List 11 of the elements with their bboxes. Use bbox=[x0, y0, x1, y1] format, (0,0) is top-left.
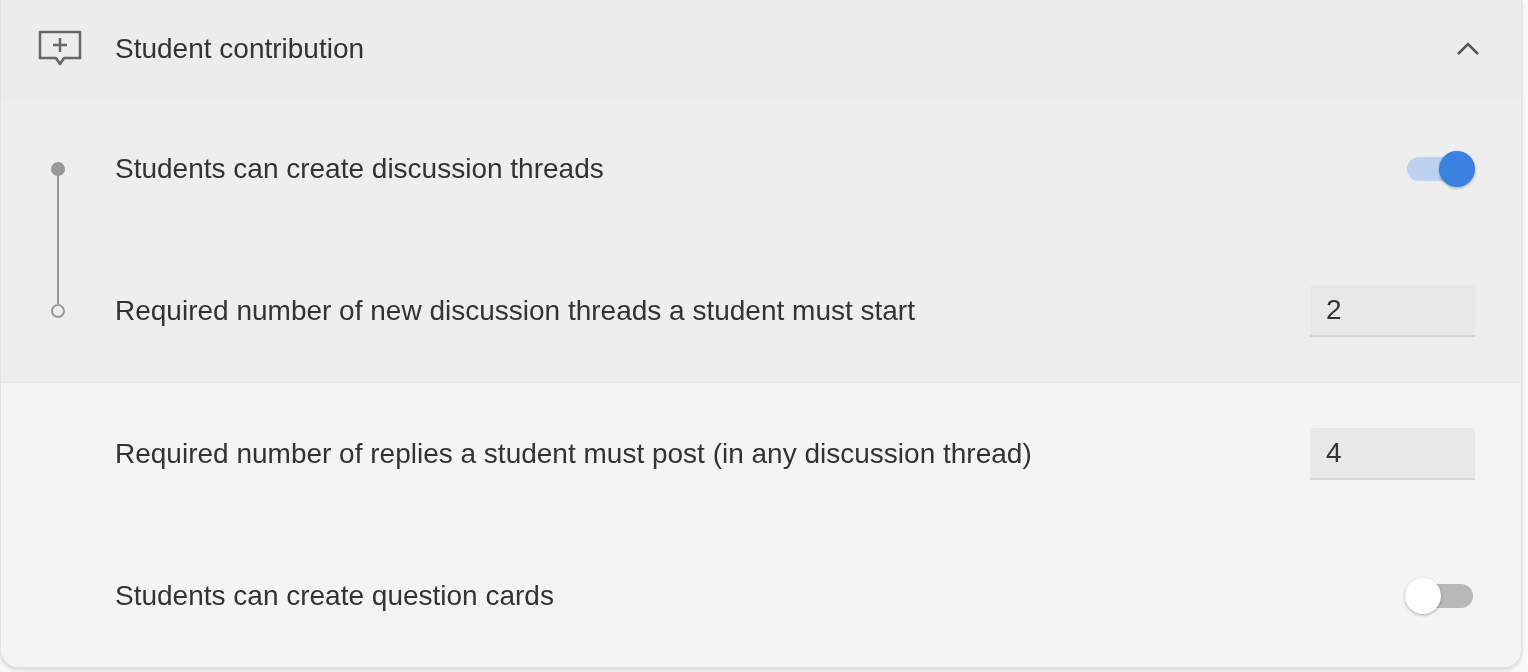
setting-label: Required number of new discussion threads a student must start bbox=[115, 295, 916, 327]
setting-label: Required number of replies a student must post (in any discussion thread) bbox=[115, 438, 1033, 470]
setting-label: Students can create question cards bbox=[115, 580, 555, 612]
number-field[interactable]: 4 bbox=[1310, 428, 1475, 480]
toggle-switch[interactable] bbox=[1405, 577, 1475, 615]
chevron-icon[interactable] bbox=[1455, 41, 1481, 57]
section-title: Student contribution bbox=[115, 33, 366, 65]
setting-label: Students can create discussion threads bbox=[115, 153, 605, 185]
section-header[interactable]: Student contribution bbox=[1, 0, 1521, 98]
number-field[interactable]: 2 bbox=[1310, 285, 1475, 337]
toggle-switch[interactable] bbox=[1405, 150, 1475, 188]
